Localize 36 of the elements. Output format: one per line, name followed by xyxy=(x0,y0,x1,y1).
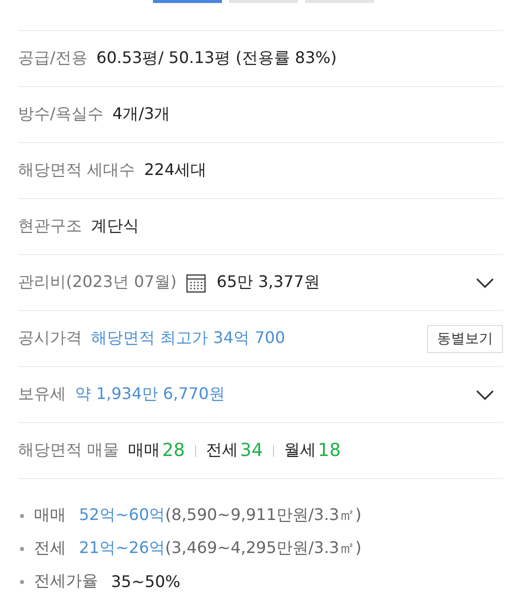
bullet-icon xyxy=(20,580,24,584)
field-value: 약 1,934만 6,770원 xyxy=(75,384,225,405)
field-label: 현관구조 xyxy=(18,216,82,237)
bullet-icon xyxy=(20,546,24,550)
field-label: 공급/전용 xyxy=(18,48,88,69)
calendar-icon[interactable] xyxy=(186,272,206,292)
price-per-area: (8,590~9,911만원/3.3㎡) xyxy=(165,505,362,526)
field-value: 65만 3,377원 xyxy=(216,272,320,293)
field-label: 해당면적 매물 xyxy=(18,440,120,461)
field-value: 계단식 xyxy=(91,216,139,237)
field-value: 224세대 xyxy=(144,160,207,181)
listing-type: 전세 xyxy=(206,440,238,461)
field-label: 관리비(2023년 07월) xyxy=(18,272,177,293)
field-value: 60.53평/ 50.13평 (전용률 83%) xyxy=(96,48,337,69)
field-label: 공시가격 xyxy=(18,328,82,349)
bullet-icon xyxy=(20,514,24,518)
field-label: 보유세 xyxy=(18,384,66,405)
price-label: 전세가율 xyxy=(34,571,98,592)
price-per-area: (3,469~4,295만원/3.3㎡) xyxy=(165,538,362,559)
listing-type: 월세 xyxy=(284,440,316,461)
view-by-building-button[interactable]: 동별보기 xyxy=(427,324,503,352)
field-value: 4개/3개 xyxy=(112,104,170,125)
field-label: 해당면적 세대수 xyxy=(18,160,136,181)
chevron-icon[interactable] xyxy=(475,388,495,400)
listing-count[interactable]: 18 xyxy=(318,440,341,461)
price-label: 전세 xyxy=(34,538,66,559)
listing-count[interactable]: 34 xyxy=(240,440,263,461)
field-label: 방수/욕실수 xyxy=(18,104,104,125)
listing-type: 매매 xyxy=(128,440,160,461)
price-label: 매매 xyxy=(34,505,66,526)
listing-count[interactable]: 28 xyxy=(162,440,185,461)
price-range: 21억~26억 xyxy=(79,538,166,559)
chevron-icon[interactable] xyxy=(475,276,495,288)
field-value: 해당면적 최고가 34억 700 xyxy=(91,328,286,349)
price-range: 52억~60억 xyxy=(79,505,166,526)
price-value: 35~50% xyxy=(111,572,180,591)
